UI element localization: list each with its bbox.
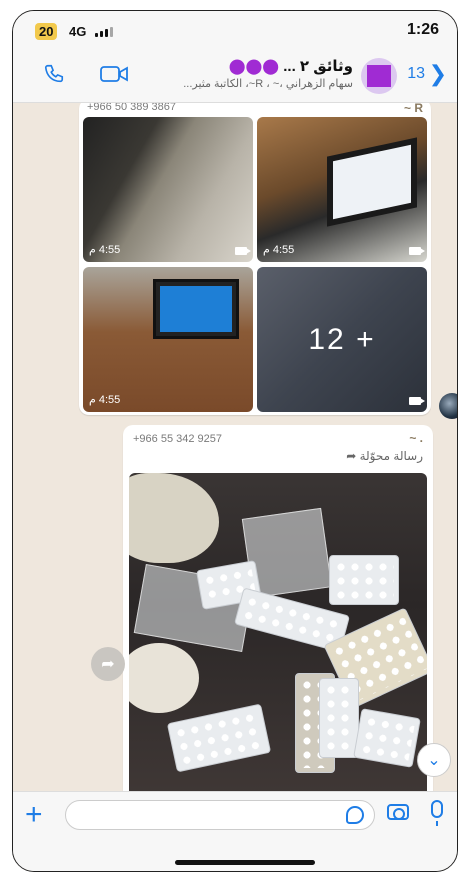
video-icon: [235, 247, 251, 255]
medication-photo[interactable]: [129, 473, 427, 791]
network-label: 4G: [69, 24, 87, 39]
clock: 1:26: [406, 21, 439, 38]
laptop-image: [327, 137, 417, 227]
video-call-icon[interactable]: [99, 63, 129, 85]
back-count-badge[interactable]: 13: [407, 65, 425, 83]
image-thumbnail[interactable]: 4:55 م: [83, 267, 253, 412]
scroll-down-icon[interactable]: ⌄: [417, 743, 451, 777]
laptop-image: [153, 279, 239, 339]
video-thumbnail[interactable]: 4:55 م: [83, 117, 253, 262]
group-avatar[interactable]: [361, 58, 397, 94]
microphone-icon[interactable]: [431, 800, 443, 826]
sticker-icon[interactable]: [346, 806, 364, 824]
camera-icon[interactable]: [387, 804, 409, 820]
purple-circle-emoji-icon: ⬤⬤⬤: [228, 58, 280, 75]
status-bar: 20 4G 1:26: [13, 11, 457, 51]
video-icon: [409, 397, 425, 405]
forward-arrow-icon: ➦: [346, 449, 357, 463]
call-icon[interactable]: [43, 63, 65, 85]
sender-avatar[interactable]: [439, 393, 457, 419]
battery-indicator: 20: [35, 23, 58, 40]
timestamp: 4:55 م: [263, 244, 295, 256]
sender-phone: +966 50 389 3867: [87, 103, 177, 113]
chat-header: وثائق ٢ ... ⬤⬤⬤ سهام الزهراني ،~ ، R~، ا…: [13, 51, 457, 103]
attach-plus-icon[interactable]: +: [25, 798, 43, 832]
forwarded-message[interactable]: +966 55 342 9257 ~ . رسالة محوّلة ➦: [123, 425, 433, 791]
sender-name: ~ R: [403, 103, 423, 115]
message-input[interactable]: [65, 800, 375, 830]
album-message[interactable]: +966 50 389 3867 ~ R 4:55 م 4:55 م 4:55 …: [79, 103, 431, 415]
composer-bar: +: [13, 791, 457, 871]
signal-icon: [95, 25, 119, 37]
timestamp: 4:55 م: [89, 244, 121, 256]
forwarded-label: رسالة محوّلة ➦: [346, 449, 423, 463]
phone-screen: 20 4G 1:26 وثائق ٢ ... ⬤⬤⬤ سهام الزهراني…: [12, 10, 458, 872]
media-grid: 4:55 م 4:55 م 4:55 م 12 +: [83, 117, 427, 412]
chat-area[interactable]: +966 50 389 3867 ~ R 4:55 م 4:55 م 4:55 …: [13, 103, 457, 791]
chevron-back-icon[interactable]: ❯: [429, 61, 447, 87]
sender-phone: +966 55 342 9257: [133, 433, 223, 445]
forward-icon[interactable]: ➦: [91, 647, 125, 681]
sender-name: ~ .: [409, 431, 423, 445]
home-indicator: [175, 860, 315, 865]
video-thumbnail[interactable]: 4:55 م: [257, 117, 427, 262]
more-media-tile[interactable]: 12 +: [257, 267, 427, 412]
chat-members: سهام الزهراني ،~ ، R~، الكاتبة مثير...: [183, 78, 353, 90]
chat-title[interactable]: وثائق ٢ ... ⬤⬤⬤: [229, 57, 353, 75]
timestamp: 4:55 م: [89, 394, 121, 406]
video-icon: [409, 247, 425, 255]
more-count: 12 +: [308, 322, 376, 356]
